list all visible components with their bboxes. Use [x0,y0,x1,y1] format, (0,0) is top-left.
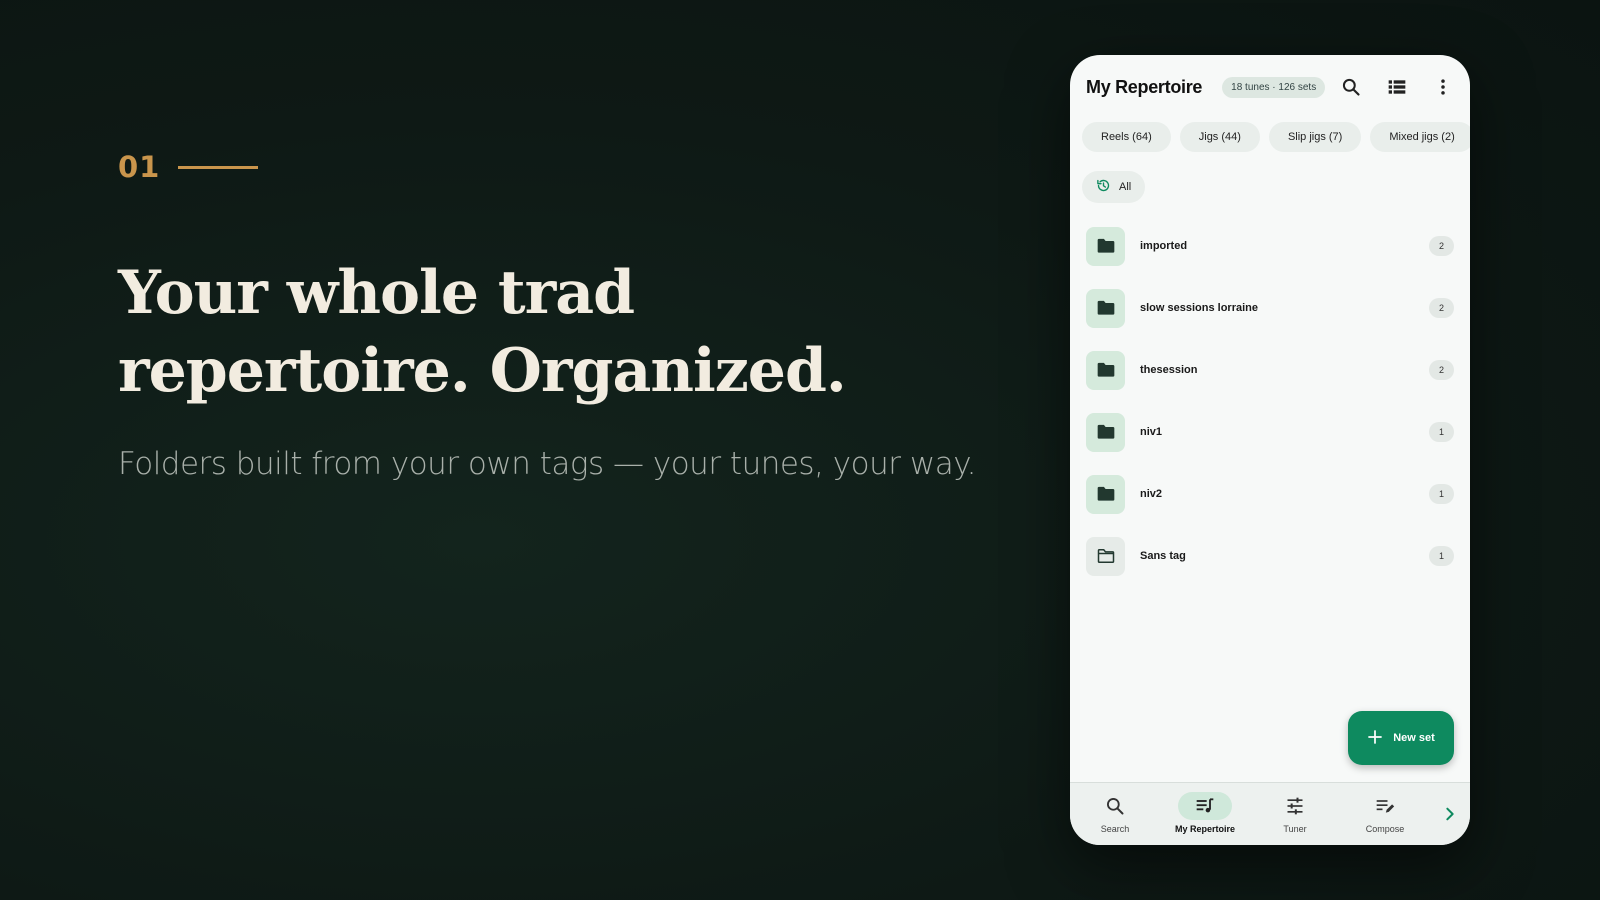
folder-list: imported 2 slow sessions lorraine 2 thes… [1070,215,1470,587]
nav-search[interactable]: Search [1070,783,1160,845]
filter-chips: Reels (64) Jigs (44) Slip jigs (7) Mixed… [1082,122,1470,152]
nav-compose[interactable]: Compose [1340,783,1430,845]
folder-filled-icon [1086,412,1125,452]
tune-icon [1268,792,1322,820]
nav-label: Compose [1365,824,1405,834]
folder-count-badge: 1 [1429,422,1454,442]
search-icon [1088,792,1142,820]
folder-name: imported [1140,240,1188,252]
new-set-label: New set [1393,732,1435,744]
nav-label: My Repertoire [1174,824,1236,834]
folder-count-badge: 2 [1429,360,1454,380]
headline-line-1: Your whole trad [118,258,635,328]
chip-slip-jigs[interactable]: Slip jigs (7) [1268,122,1362,152]
nav-label: Tuner [1283,824,1307,834]
subheadline: Folders built from your own tags — your … [118,446,976,482]
all-chip-label: All [1119,181,1132,193]
app-bar: My Repertoire 18 tunes · 126 sets [1070,55,1470,119]
step-indicator: 01 [118,150,978,184]
all-filter-chip[interactable]: All [1082,171,1146,203]
app-bar-actions [1340,76,1454,98]
folder-filled-icon [1086,350,1125,390]
chip-reels[interactable]: Reels (64) [1082,122,1171,152]
folder-name: thesession [1140,364,1198,376]
folder-name: niv2 [1140,488,1163,500]
history-icon [1096,178,1111,196]
search-icon[interactable] [1340,76,1362,98]
folder-filled-icon [1086,288,1125,328]
plus-icon [1367,729,1383,748]
edit-note-icon [1358,792,1412,820]
folder-name: slow sessions lorraine [1140,302,1258,314]
list-item[interactable]: slow sessions lorraine 2 [1070,277,1470,339]
list-item[interactable]: thesession 2 [1070,339,1470,401]
headline: Your whole trad repertoire. Organized. [118,254,978,410]
step-number: 01 [118,150,161,184]
nav-label: Search [1100,824,1130,834]
list-view-icon[interactable] [1386,76,1408,98]
more-vert-icon[interactable] [1432,76,1454,98]
folder-count-badge: 2 [1429,236,1454,256]
folder-name: Sans tag [1140,550,1186,562]
list-item[interactable]: niv1 1 [1070,401,1470,463]
folder-filled-icon [1086,474,1125,514]
page-title: My Repertoire [1086,76,1203,97]
folder-filled-icon [1086,226,1125,266]
folder-count-badge: 1 [1429,546,1454,566]
bottom-nav: Search My Repertoire Tuner Compose [1070,782,1470,845]
chevron-right-icon[interactable] [1430,783,1470,845]
folder-count-badge: 1 [1429,484,1454,504]
headline-line-2: repertoire. Organized. [118,336,847,406]
counts-badge: 18 tunes · 126 sets [1222,76,1326,98]
new-set-button[interactable]: New set [1348,711,1454,765]
list-item[interactable]: imported 2 [1070,215,1470,277]
hero-section: 01 Your whole trad repertoire. Organized… [118,150,978,482]
list-item[interactable]: Sans tag 1 [1070,525,1470,587]
playlist-music-icon [1178,792,1232,820]
folder-name: niv1 [1140,426,1163,438]
nav-my-repertoire[interactable]: My Repertoire [1160,783,1250,845]
step-divider [178,165,259,169]
list-item[interactable]: niv2 1 [1070,463,1470,525]
chip-jigs[interactable]: Jigs (44) [1179,122,1260,152]
chip-mixed-jigs[interactable]: Mixed jigs (2) [1370,122,1470,152]
phone-mockup: My Repertoire 18 tunes · 126 sets Reels … [1070,55,1470,845]
folder-outline-icon [1086,536,1125,576]
nav-tuner[interactable]: Tuner [1250,783,1340,845]
folder-count-badge: 2 [1429,298,1454,318]
